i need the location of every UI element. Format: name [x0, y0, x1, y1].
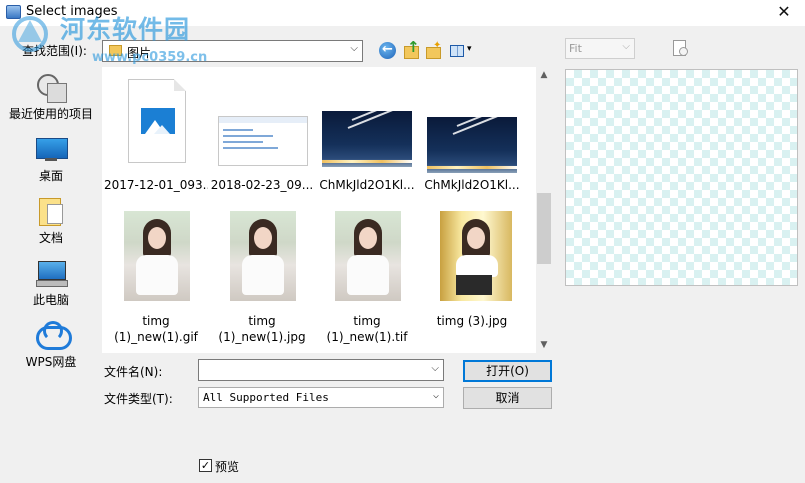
- zoom-preview-icon[interactable]: [672, 40, 690, 58]
- file-thumbnail: [230, 211, 296, 301]
- place-documents[interactable]: 文档: [1, 196, 101, 246]
- file-name: 2017-12-01_093...: [104, 178, 208, 192]
- file-name: (1)_new(1).jpg: [218, 330, 306, 344]
- file-item[interactable]: 2017-12-01_093...: [104, 79, 208, 195]
- file-type-label: 文件类型(T):: [104, 392, 173, 406]
- place-this-pc[interactable]: 此电脑: [1, 258, 101, 308]
- place-desktop[interactable]: 桌面: [1, 134, 101, 184]
- place-label: WPS网盘: [25, 355, 77, 369]
- chevron-down-icon: ⌵: [622, 41, 630, 52]
- up-one-level-button[interactable]: [402, 38, 422, 61]
- new-folder-button[interactable]: [424, 40, 444, 61]
- file-item[interactable]: timg (1)_new(1).jpg: [210, 211, 314, 353]
- wps-cloud-icon: [35, 320, 72, 350]
- file-thumbnail: [124, 211, 190, 301]
- documents-icon: [35, 196, 67, 226]
- chevron-down-icon[interactable]: ⌵: [431, 363, 439, 374]
- file-list-scrollbar[interactable]: ▲ ▼: [536, 67, 552, 353]
- this-pc-icon: [35, 258, 68, 288]
- file-name-input[interactable]: ⌵: [198, 359, 444, 381]
- scroll-down-icon[interactable]: ▼: [536, 337, 552, 353]
- preview-checkbox[interactable]: ✓: [199, 459, 212, 472]
- zoom-fit-dropdown[interactable]: Fit ⌵: [565, 38, 635, 59]
- file-thumbnail: [335, 211, 401, 301]
- image-preview-area: [565, 69, 798, 286]
- view-menu-button[interactable]: ▾: [448, 41, 476, 61]
- back-button[interactable]: [378, 41, 398, 61]
- file-item[interactable]: ChMkJld2O1Kl...: [315, 79, 419, 195]
- place-label: 此电脑: [32, 293, 69, 307]
- open-button[interactable]: 打开(O): [463, 360, 552, 382]
- place-recent[interactable]: 最近使用的项目: [1, 72, 101, 122]
- file-item[interactable]: timg (1)_new(1).gif: [104, 211, 208, 353]
- file-item[interactable]: timg (3).jpg: [420, 211, 524, 353]
- file-name: timg: [353, 314, 381, 328]
- desktop-icon: [35, 134, 68, 164]
- place-label: 最近使用的项目: [8, 107, 93, 121]
- scroll-up-icon[interactable]: ▲: [536, 67, 552, 83]
- watermark-text: 河东软件园: [60, 15, 191, 44]
- file-name: timg: [248, 314, 276, 328]
- view-grid-icon: [450, 45, 464, 57]
- dialog-body: 查找范围(I): 图片 ⌵ ▾ 最近使用的项目 桌面 文档 此电脑 WPS网盘: [0, 26, 805, 483]
- watermark-url: www.pc0359.cn: [92, 50, 208, 65]
- file-name: timg: [142, 314, 170, 328]
- file-name: (1)_new(1).gif: [114, 330, 198, 344]
- file-item[interactable]: timg (1)_new(1).tif: [315, 211, 419, 353]
- watermark-logo: [12, 16, 48, 52]
- chevron-down-icon: ⌵: [350, 43, 358, 54]
- file-item[interactable]: 2018-02-23_09...: [210, 79, 314, 195]
- file-name: ChMkJld2O1Kl...: [319, 178, 415, 192]
- file-type-dropdown[interactable]: All Supported Files ⌵: [198, 387, 444, 408]
- file-item[interactable]: ChMkJld2O1Kl...: [420, 79, 524, 195]
- place-label: 文档: [38, 231, 63, 245]
- place-wps-cloud[interactable]: WPS网盘: [1, 320, 101, 370]
- file-name-label: 文件名(N):: [104, 365, 163, 379]
- cancel-button[interactable]: 取消: [463, 387, 552, 409]
- file-list[interactable]: 2017-12-01_093... 2018-02-23_09... ChMkJ…: [102, 67, 552, 353]
- image-file-icon: [128, 79, 186, 163]
- close-button[interactable]: ✕: [771, 1, 797, 23]
- places-bar: 最近使用的项目 桌面 文档 此电脑 WPS网盘: [1, 64, 101, 426]
- file-name: timg (3).jpg: [436, 314, 508, 328]
- zoom-fit-value: Fit: [569, 42, 582, 55]
- file-thumbnail: [440, 211, 512, 301]
- chevron-down-icon: ▾: [467, 44, 472, 54]
- scroll-thumb[interactable]: [537, 193, 551, 264]
- preview-checkbox-label[interactable]: 预览: [215, 458, 239, 475]
- file-thumbnail: [218, 116, 308, 166]
- chevron-down-icon: ⌵: [432, 390, 439, 401]
- file-thumbnail: [322, 96, 412, 167]
- recent-places-icon: [35, 72, 67, 103]
- file-thumbnail: [427, 102, 517, 173]
- file-name: (1)_new(1).tif: [326, 330, 408, 344]
- file-type-value: All Supported Files: [203, 391, 329, 404]
- file-name: 2018-02-23_09...: [210, 178, 314, 192]
- place-label: 桌面: [38, 169, 63, 183]
- file-name: ChMkJld2O1Kl...: [424, 178, 520, 192]
